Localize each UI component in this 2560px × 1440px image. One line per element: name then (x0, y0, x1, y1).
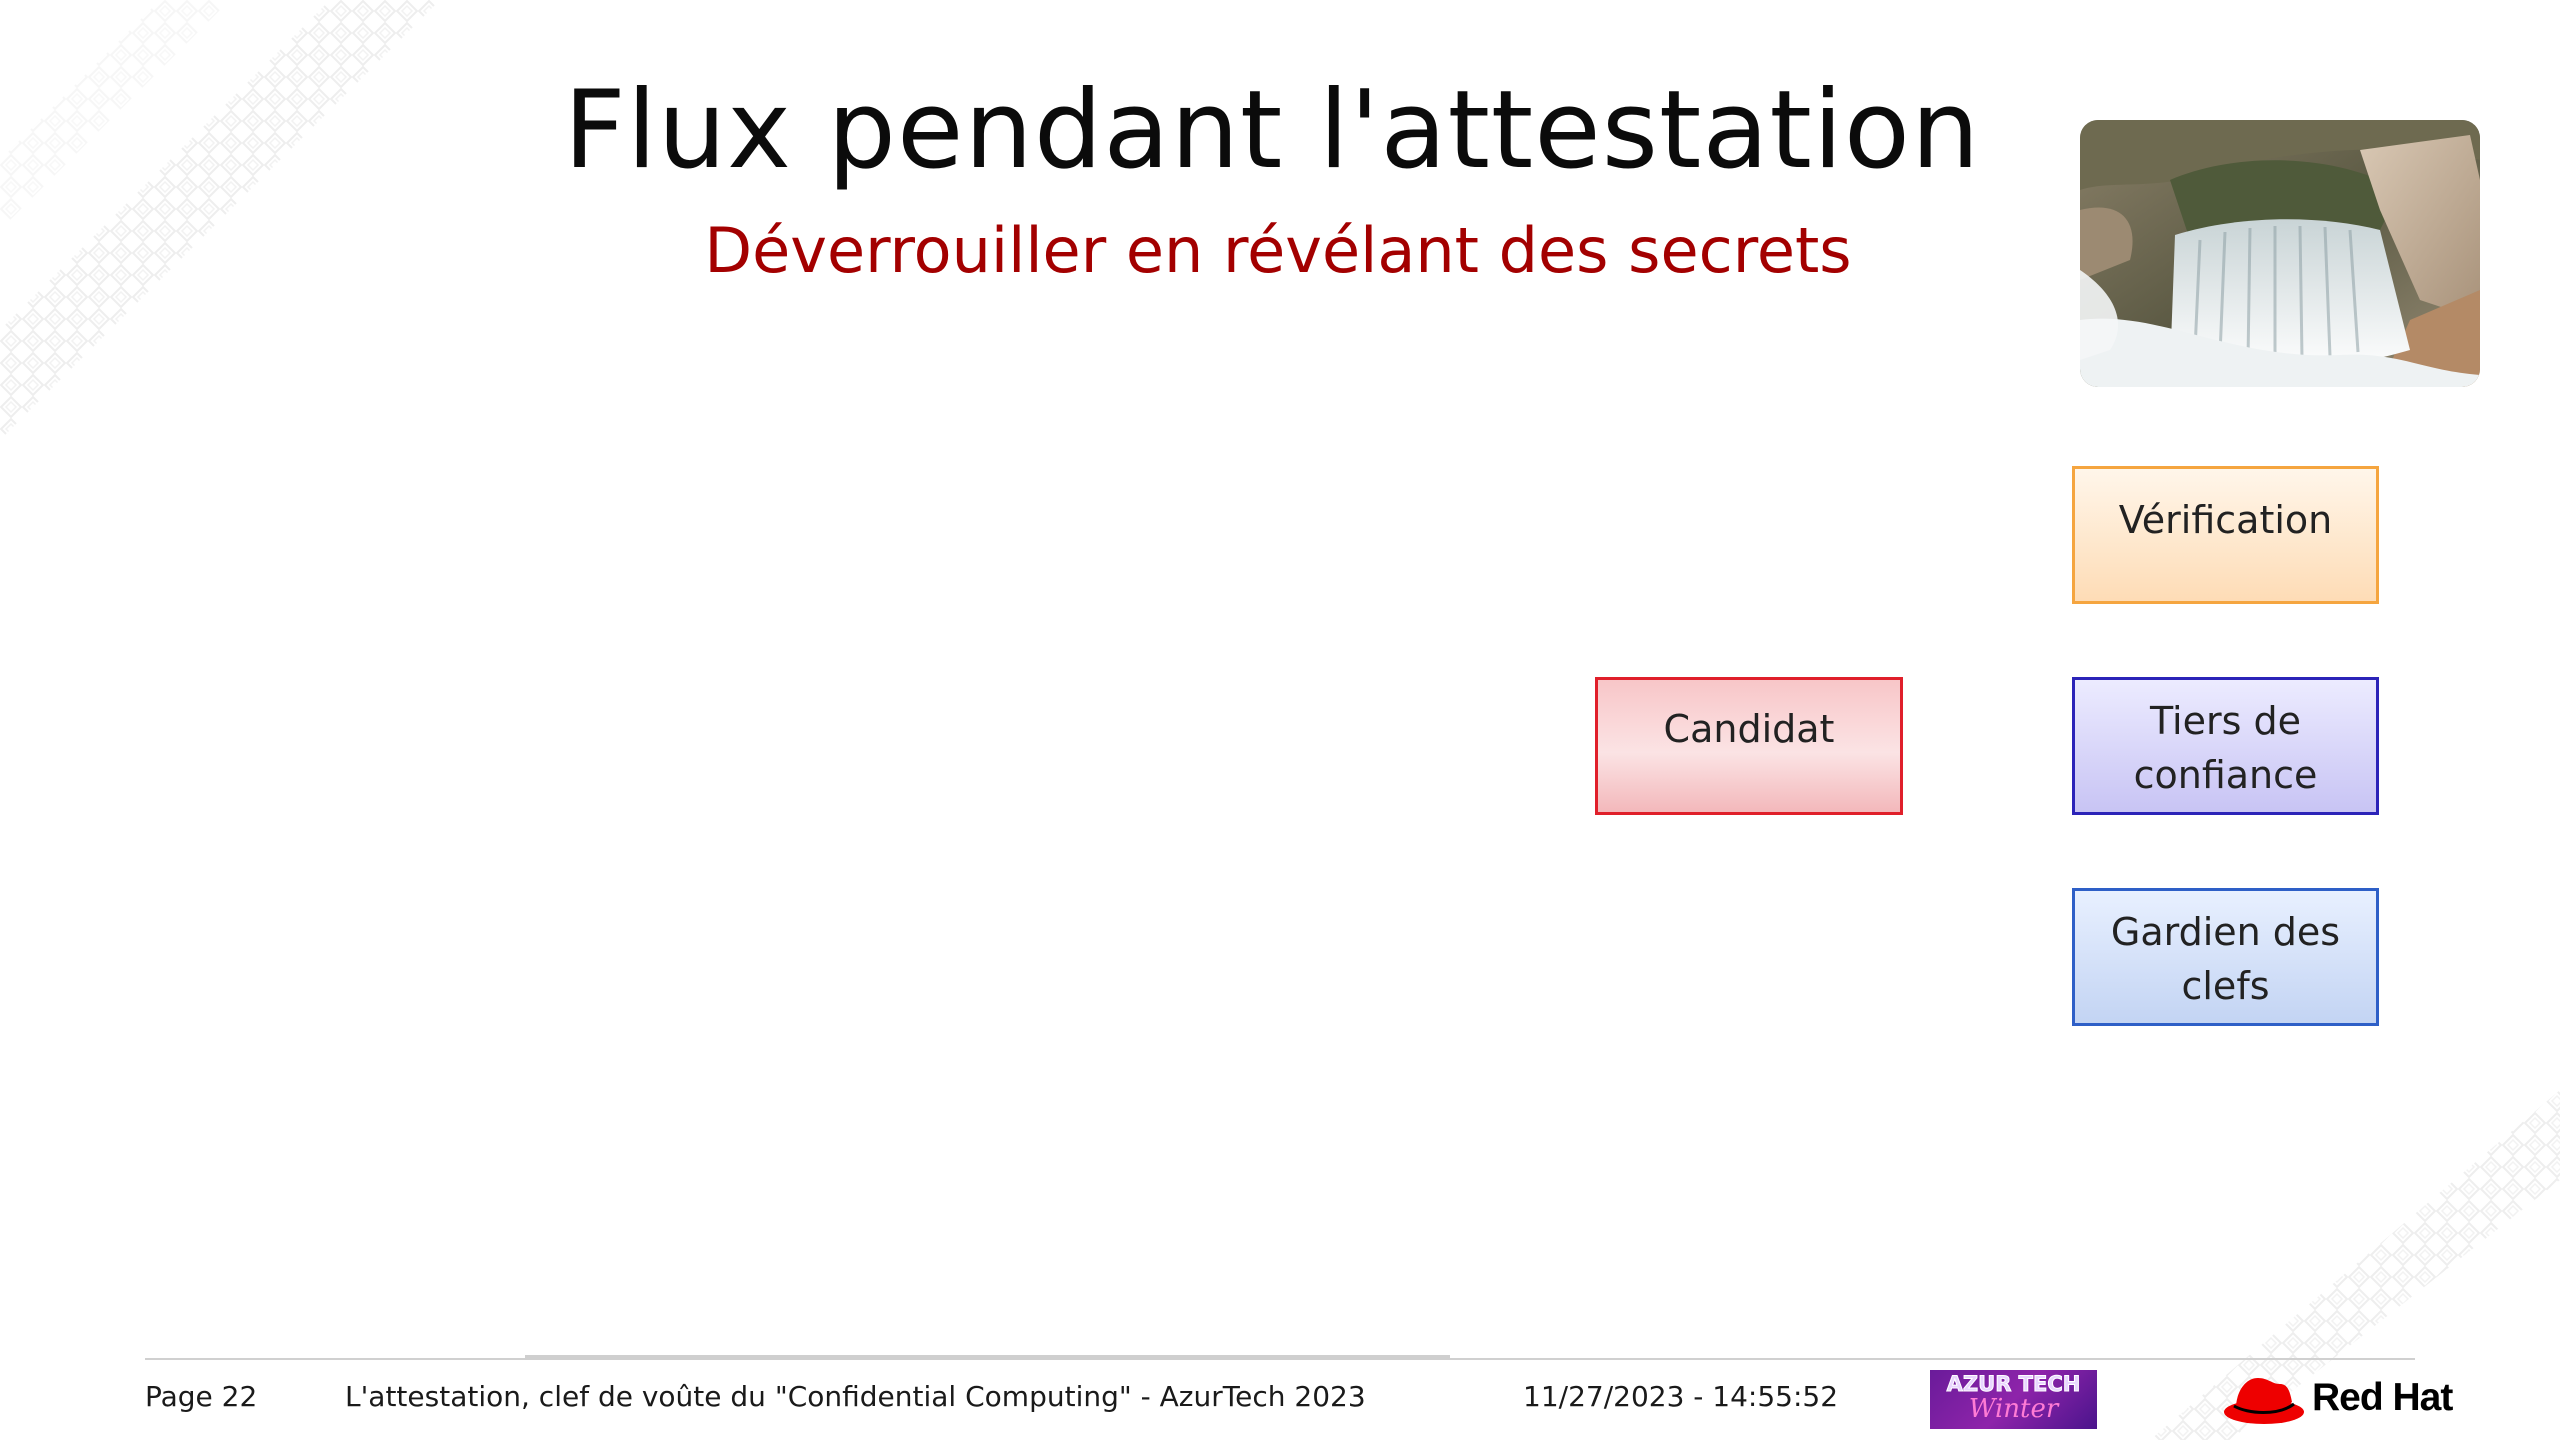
azurtech-logo-bottom: Winter (1968, 1394, 2059, 1424)
gardien-des-clefs-box: Gardien des clefs (2072, 888, 2379, 1026)
verification-label: Vérification (2118, 498, 2333, 542)
azurtech-winter-logo: AZUR TECH Winter (1930, 1370, 2097, 1429)
page-number: Page 22 (145, 1380, 258, 1413)
azurtech-logo-top: AZUR TECH (1946, 1372, 2081, 1397)
footer-title: L'attestation, clef de voûte du "Confide… (345, 1380, 1366, 1413)
candidat-box: Candidat (1595, 677, 1903, 815)
gardien-label-line1: Gardien des (2110, 910, 2341, 954)
tiers-de-confiance-box: Tiers de confiance (2072, 677, 2379, 815)
candidat-label: Candidat (1663, 707, 1835, 751)
footer-divider-accent (525, 1355, 1450, 1360)
tiers-label-line1: Tiers de (2150, 699, 2301, 743)
waterfall-photo (2080, 120, 2480, 387)
redhat-fedora-icon (2224, 1378, 2304, 1424)
redhat-logo: Red Hat (2222, 1370, 2472, 1430)
redhat-wordmark: Red Hat (2312, 1376, 2453, 1419)
gardien-label-line2: clefs (2181, 964, 2270, 1008)
verification-box: Vérification (2072, 466, 2379, 604)
footer-datetime: 11/27/2023 - 14:55:52 (1523, 1380, 1839, 1413)
tiers-label-line2: confiance (2133, 753, 2318, 797)
